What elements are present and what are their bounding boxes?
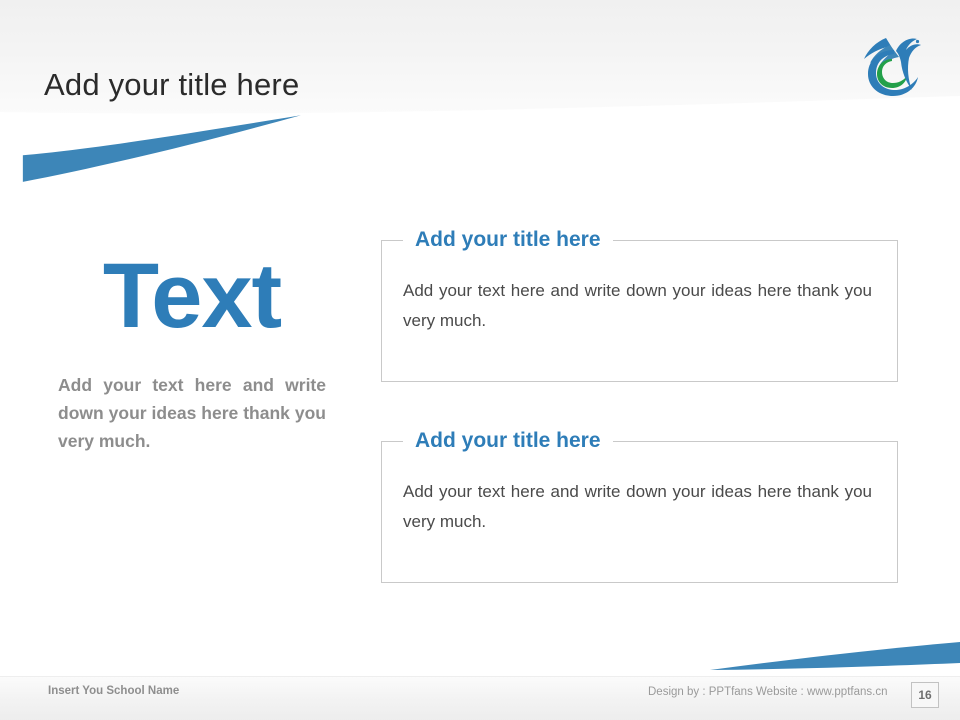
footer-bar [0, 676, 960, 720]
left-paragraph: Add your text here and write down your i… [58, 374, 326, 452]
footer-school-name: Insert You School Name [48, 685, 180, 697]
footer-credit: Design by : PPTfans Website : www.pptfan… [648, 686, 888, 698]
slide-canvas: Add your title here Text Add your text h… [0, 0, 960, 720]
swan-logo-icon [864, 38, 921, 96]
page-title: Add your title here [44, 66, 300, 102]
content-box-1-body: Add your text here and write down your i… [403, 281, 872, 331]
content-box-1[interactable]: Add your title here Add your text here a… [381, 223, 898, 382]
content-box-1-title: Add your title here [403, 223, 613, 257]
content-box-2-title: Add your title here [403, 424, 613, 458]
bottom-swoosh-decoration [710, 642, 960, 670]
content-box-2[interactable]: Add your title here Add your text here a… [381, 424, 898, 583]
left-column: Text Add your text here and write down y… [58, 248, 326, 456]
content-box-2-body: Add your text here and write down your i… [403, 482, 872, 532]
headline-text: Text [102, 245, 282, 347]
page-number-badge: 16 [911, 682, 939, 708]
